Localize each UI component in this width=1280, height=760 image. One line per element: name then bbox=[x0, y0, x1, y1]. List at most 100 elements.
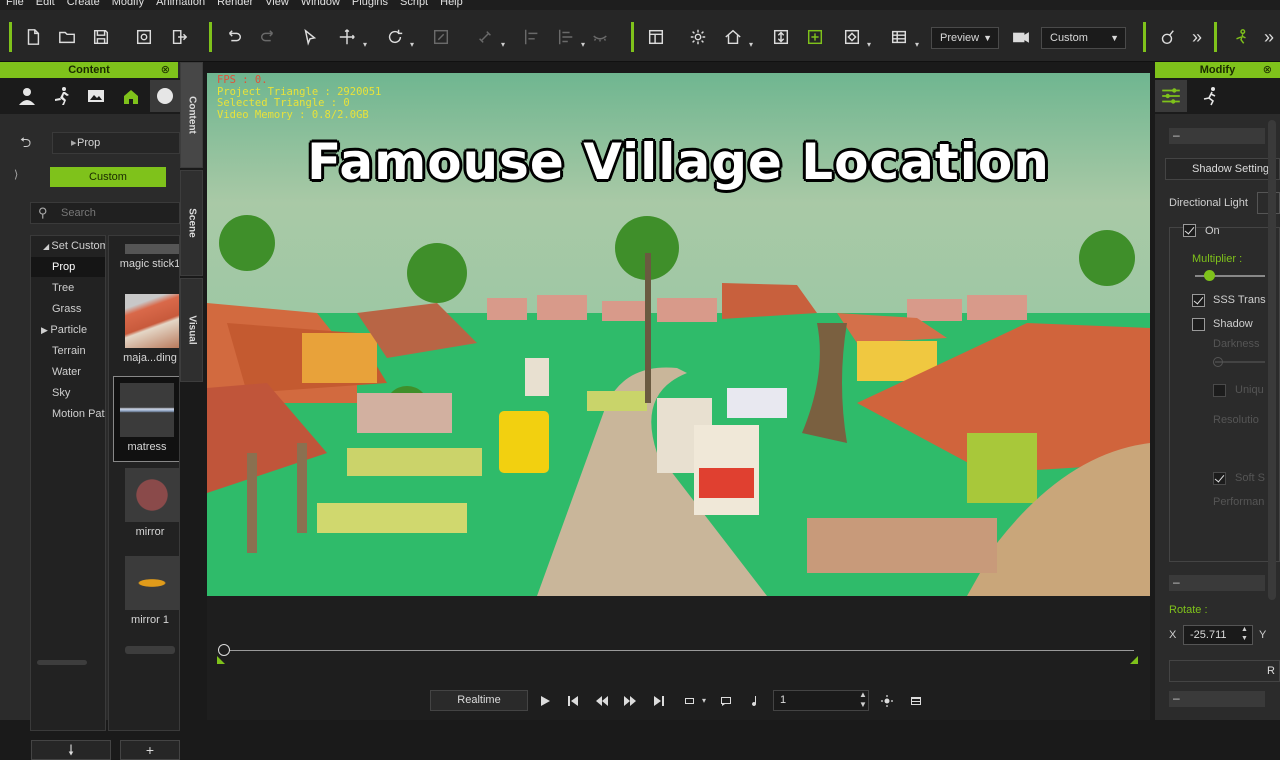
more-tools-button-2[interactable]: » bbox=[1258, 26, 1280, 48]
menu-window[interactable]: Window bbox=[295, 0, 346, 10]
attributes-tab-icon[interactable] bbox=[1155, 80, 1187, 112]
sss-trans-checkbox[interactable] bbox=[1192, 294, 1205, 307]
stage-tab-icon[interactable] bbox=[81, 80, 111, 112]
frame-number-input[interactable]: 1 bbox=[773, 690, 869, 711]
tab-visual[interactable]: Visual bbox=[180, 278, 203, 382]
asset-building[interactable]: maja...ding bbox=[119, 294, 179, 365]
scene-tab-icon[interactable] bbox=[150, 80, 180, 112]
custom-dropdown[interactable]: Custom ▼ bbox=[1041, 27, 1126, 49]
menu-plugins[interactable]: Plugins bbox=[346, 0, 394, 10]
chevron-down-icon[interactable]: ▾ bbox=[702, 696, 706, 705]
rotate-icon[interactable] bbox=[384, 26, 406, 48]
home-icon[interactable] bbox=[722, 26, 744, 48]
tree-item-motion-path[interactable]: Motion Path bbox=[31, 404, 105, 424]
on-checkbox[interactable] bbox=[1183, 224, 1196, 237]
tree-item-particle[interactable]: ▶ Particle bbox=[31, 320, 105, 340]
previous-frame-icon[interactable] bbox=[593, 692, 611, 710]
shadow-settings-button[interactable]: Shadow Setting bbox=[1165, 158, 1280, 180]
frame-selected-icon[interactable] bbox=[804, 26, 826, 48]
asset-magic-stick1[interactable]: magic stick1 bbox=[119, 244, 179, 271]
set-tab-icon[interactable] bbox=[116, 80, 146, 112]
scene-icon[interactable] bbox=[133, 26, 155, 48]
asset-matress[interactable]: matress bbox=[113, 376, 179, 462]
collapse-transform-button[interactable]: – bbox=[1169, 575, 1265, 591]
menu-file[interactable]: File bbox=[0, 0, 30, 10]
timeline-playhead[interactable] bbox=[218, 644, 230, 656]
close-icon[interactable]: ⊗ bbox=[161, 62, 170, 78]
shadow-checkbox[interactable] bbox=[1192, 318, 1205, 331]
tree-item-water[interactable]: Water bbox=[31, 362, 105, 382]
fit-vertical-icon[interactable] bbox=[770, 26, 792, 48]
tree-item-sky[interactable]: Sky bbox=[31, 383, 105, 403]
rotate-x-stepper[interactable]: ▲ ▼ bbox=[1241, 625, 1248, 643]
multiplier-slider-handle[interactable] bbox=[1204, 270, 1215, 281]
avatar-tab-icon[interactable] bbox=[12, 80, 42, 112]
motion-tab-icon[interactable] bbox=[47, 80, 77, 112]
modify-panel-scrollbar[interactable] bbox=[1268, 120, 1276, 600]
tree-item-tree[interactable]: Tree bbox=[31, 278, 105, 298]
frame-stepper[interactable]: ▲ ▼ bbox=[859, 690, 867, 710]
caption-icon[interactable] bbox=[717, 692, 735, 710]
search-input[interactable]: Search bbox=[30, 202, 180, 224]
jump-end-icon[interactable] bbox=[650, 692, 668, 710]
chevron-down-icon[interactable]: ▾ bbox=[581, 40, 585, 49]
open-folder-icon[interactable] bbox=[56, 26, 78, 48]
tree-item-prop[interactable]: Prop bbox=[31, 257, 105, 277]
save-icon[interactable] bbox=[90, 26, 112, 48]
menu-edit[interactable]: Edit bbox=[30, 0, 61, 10]
chevron-down-icon[interactable]: ▾ bbox=[867, 40, 871, 49]
close-icon[interactable]: ⊗ bbox=[1263, 62, 1272, 78]
undo-icon[interactable] bbox=[223, 26, 245, 48]
chevron-down-icon[interactable]: ▾ bbox=[915, 40, 919, 49]
export-icon[interactable] bbox=[168, 26, 190, 48]
tab-content[interactable]: Content bbox=[180, 62, 203, 168]
align-left-icon[interactable] bbox=[521, 26, 543, 48]
thumbnail-scrollbar[interactable] bbox=[125, 646, 175, 654]
menu-animation[interactable]: Animation bbox=[150, 0, 211, 10]
reset-button[interactable]: R bbox=[1169, 660, 1280, 682]
tab-scene[interactable]: Scene bbox=[180, 170, 203, 276]
jump-start-icon[interactable] bbox=[564, 692, 582, 710]
camera-view-icon[interactable] bbox=[841, 26, 863, 48]
start-marker-icon[interactable] bbox=[217, 656, 225, 664]
chevron-down-icon[interactable]: ▾ bbox=[363, 40, 367, 49]
grid-icon[interactable] bbox=[888, 26, 910, 48]
next-frame-icon[interactable] bbox=[621, 692, 639, 710]
breadcrumb[interactable]: ▸ Prop bbox=[52, 132, 180, 154]
redo-icon[interactable] bbox=[257, 26, 279, 48]
chevron-down-icon[interactable]: ▾ bbox=[749, 40, 753, 49]
music-note-icon[interactable] bbox=[746, 692, 764, 710]
scale-icon[interactable] bbox=[430, 26, 452, 48]
3d-viewport[interactable]: FPS : 0. Project Triangle : 2920051 Sele… bbox=[207, 73, 1150, 596]
menu-render[interactable]: Render bbox=[211, 0, 259, 10]
realtime-button[interactable]: Realtime bbox=[430, 690, 528, 711]
tree-item-terrain[interactable]: Terrain bbox=[31, 341, 105, 361]
select-arrow-icon[interactable] bbox=[299, 26, 321, 48]
timeline-editor-icon[interactable] bbox=[907, 692, 925, 710]
soft-shadow-checkbox[interactable] bbox=[1213, 472, 1226, 485]
asset-mirror-1[interactable]: mirror 1 bbox=[119, 556, 179, 627]
menu-create[interactable]: Create bbox=[61, 0, 106, 10]
light-icon[interactable] bbox=[687, 26, 709, 48]
asset-mirror[interactable]: mirror bbox=[119, 468, 179, 539]
align-center-icon[interactable] bbox=[555, 26, 577, 48]
ik-icon[interactable] bbox=[1156, 26, 1178, 48]
custom-tab-button[interactable]: Custom bbox=[50, 167, 166, 187]
timeline-track[interactable] bbox=[224, 650, 1134, 651]
darkness-slider-handle[interactable] bbox=[1213, 357, 1223, 367]
menu-view[interactable]: View bbox=[259, 0, 295, 10]
play-icon[interactable] bbox=[536, 692, 554, 710]
collapse-arrow-icon[interactable]: ⟩ bbox=[14, 168, 18, 181]
tree-item-grass[interactable]: Grass bbox=[31, 299, 105, 319]
eye-closed-icon[interactable] bbox=[589, 26, 611, 48]
menu-script[interactable]: Script bbox=[394, 0, 434, 10]
back-icon[interactable]: ⮌ bbox=[20, 132, 31, 156]
loop-icon[interactable] bbox=[678, 692, 702, 710]
motion-tab-icon[interactable] bbox=[1195, 80, 1227, 112]
motion-icon[interactable] bbox=[1230, 26, 1252, 48]
tree-scrollbar[interactable] bbox=[37, 660, 87, 665]
panel-layout-icon[interactable] bbox=[645, 26, 667, 48]
add-button[interactable]: + bbox=[120, 740, 180, 760]
unique-checkbox[interactable] bbox=[1213, 384, 1226, 397]
preview-dropdown[interactable]: Preview ▼ bbox=[931, 27, 999, 49]
